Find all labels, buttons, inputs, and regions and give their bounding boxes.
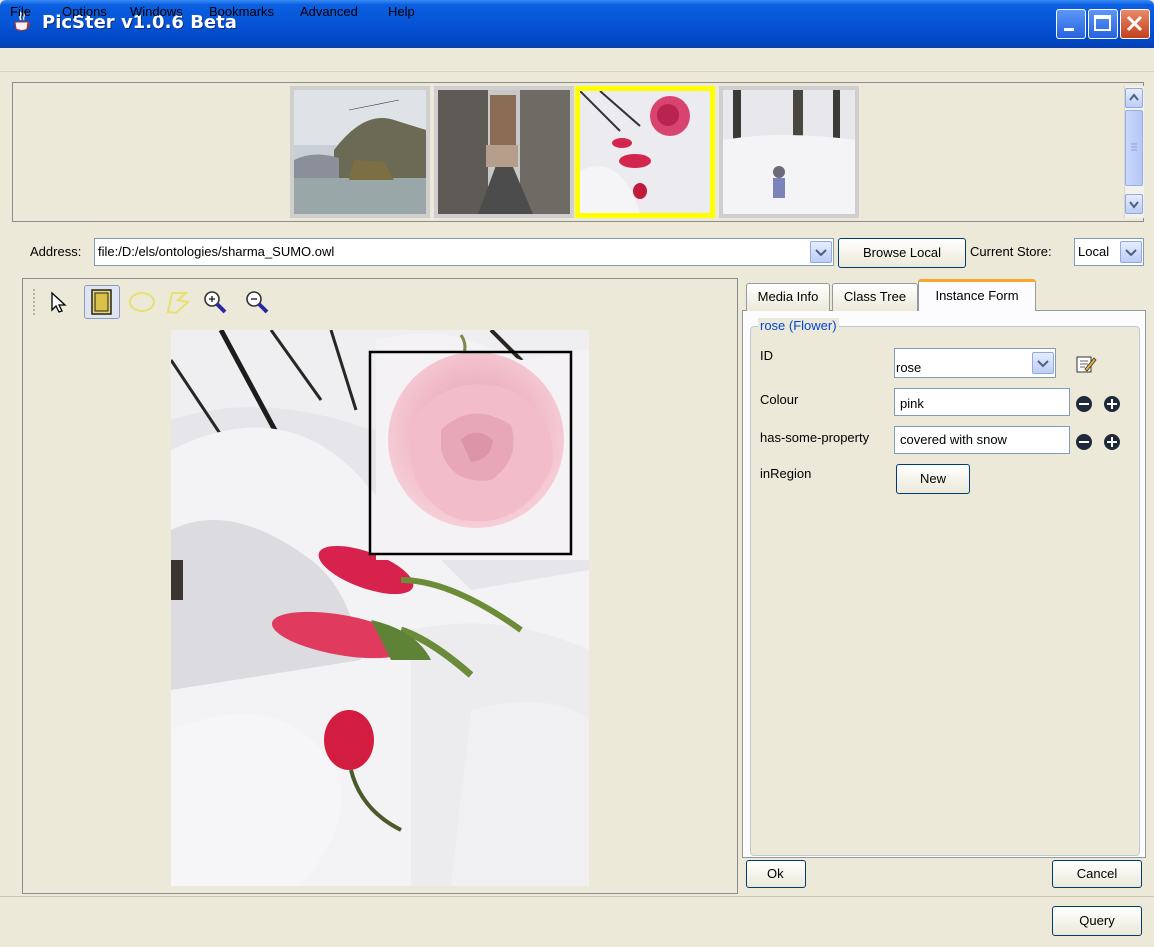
plus-icon	[1104, 396, 1120, 412]
address-value: file:/D:/els/ontologies/sharma_SUMO.owl	[98, 244, 335, 259]
rectangle-tool-icon	[91, 289, 112, 315]
tab-instance-form[interactable]: Instance Form	[918, 279, 1036, 311]
id-label: ID	[760, 348, 773, 363]
chevron-up-icon	[1129, 93, 1139, 101]
colour-label: Colour	[760, 392, 799, 407]
menu-options[interactable]: Options	[62, 4, 107, 19]
current-store-label: Current Store:	[970, 244, 1052, 259]
thumbnail-rose-selected[interactable]	[575, 86, 715, 218]
maximize-button[interactable]	[1088, 9, 1118, 39]
rectangle-tool-button[interactable]	[84, 285, 120, 319]
zoom-out-icon	[246, 291, 269, 314]
scroll-thumb[interactable]	[1125, 110, 1143, 186]
status-bar	[0, 896, 1154, 947]
toolbar-grip	[33, 289, 35, 315]
minus-icon	[1076, 396, 1092, 412]
select-tool-button[interactable]	[46, 288, 72, 316]
menu-bar	[0, 48, 1154, 72]
menu-bookmarks[interactable]: Bookmarks	[209, 4, 274, 19]
id-value: rose	[896, 360, 922, 375]
maximize-icon	[1094, 15, 1111, 31]
ok-button[interactable]: Ok	[746, 860, 806, 888]
zoom-out-button[interactable]	[242, 288, 272, 316]
store-dropdown-button[interactable]	[1120, 241, 1142, 263]
browse-local-button[interactable]: Browse Local	[838, 238, 966, 268]
chevron-down-icon	[1037, 360, 1049, 368]
chevron-down-icon	[815, 249, 827, 257]
address-label: Address:	[30, 244, 82, 259]
query-button[interactable]: Query	[1052, 906, 1142, 936]
zoom-in-icon	[204, 291, 227, 314]
property-value: covered with snow	[900, 432, 1007, 447]
property-add-button[interactable]	[1104, 434, 1120, 450]
property-remove-button[interactable]	[1076, 434, 1092, 450]
chevron-down-icon	[1129, 201, 1139, 209]
minus-icon	[1076, 434, 1092, 450]
annotated-photo[interactable]	[171, 330, 589, 886]
scroll-up-button[interactable]	[1125, 88, 1143, 108]
property-label: has-some-property	[760, 430, 870, 445]
minimize-button[interactable]	[1056, 9, 1086, 39]
rose-photo-image	[171, 330, 589, 886]
edit-icon	[1076, 356, 1097, 373]
menu-file[interactable]: File	[10, 4, 31, 19]
cancel-button[interactable]: Cancel	[1052, 860, 1142, 888]
thumbnail-street-image	[438, 90, 570, 214]
instance-legend: rose (Flower)	[758, 318, 839, 333]
thumbnail-rose-image	[579, 90, 710, 213]
menu-help[interactable]: Help	[388, 4, 415, 19]
zoom-in-button[interactable]	[200, 288, 230, 316]
menu-advanced[interactable]: Advanced	[300, 4, 358, 19]
colour-add-button[interactable]	[1104, 396, 1120, 412]
close-icon	[1126, 15, 1143, 32]
colour-value: pink	[900, 396, 924, 411]
edit-button[interactable]	[1074, 352, 1098, 376]
grip-icon	[1131, 143, 1137, 151]
menu-windows[interactable]: Windows	[130, 4, 183, 19]
colour-remove-button[interactable]	[1076, 396, 1092, 412]
polygon-tool-button[interactable]	[162, 288, 194, 316]
thumbnail-snow-child[interactable]	[719, 86, 859, 218]
address-dropdown-button[interactable]	[810, 241, 832, 263]
thumbnail-lake[interactable]	[290, 86, 430, 218]
ellipse-tool-button[interactable]	[126, 288, 158, 316]
tab-media-info[interactable]: Media Info	[746, 283, 830, 311]
thumbnail-snow-image	[723, 90, 855, 214]
plus-icon	[1104, 434, 1120, 450]
new-region-button[interactable]: New	[896, 464, 970, 494]
current-store-value: Local	[1078, 244, 1110, 259]
close-button[interactable]	[1120, 9, 1150, 39]
minimize-icon	[1064, 28, 1074, 31]
chevron-down-icon	[1125, 249, 1137, 257]
polygon-tool-icon	[166, 292, 191, 315]
id-dropdown-button[interactable]	[1032, 352, 1054, 374]
thumbnail-lake-image	[294, 90, 426, 214]
tab-class-tree[interactable]: Class Tree	[832, 283, 918, 311]
inregion-label: inRegion	[760, 466, 812, 481]
ellipse-tool-icon	[129, 292, 155, 312]
thumbnail-street[interactable]	[434, 86, 574, 218]
select-arrow-icon	[51, 291, 67, 313]
scroll-down-button[interactable]	[1125, 194, 1143, 214]
